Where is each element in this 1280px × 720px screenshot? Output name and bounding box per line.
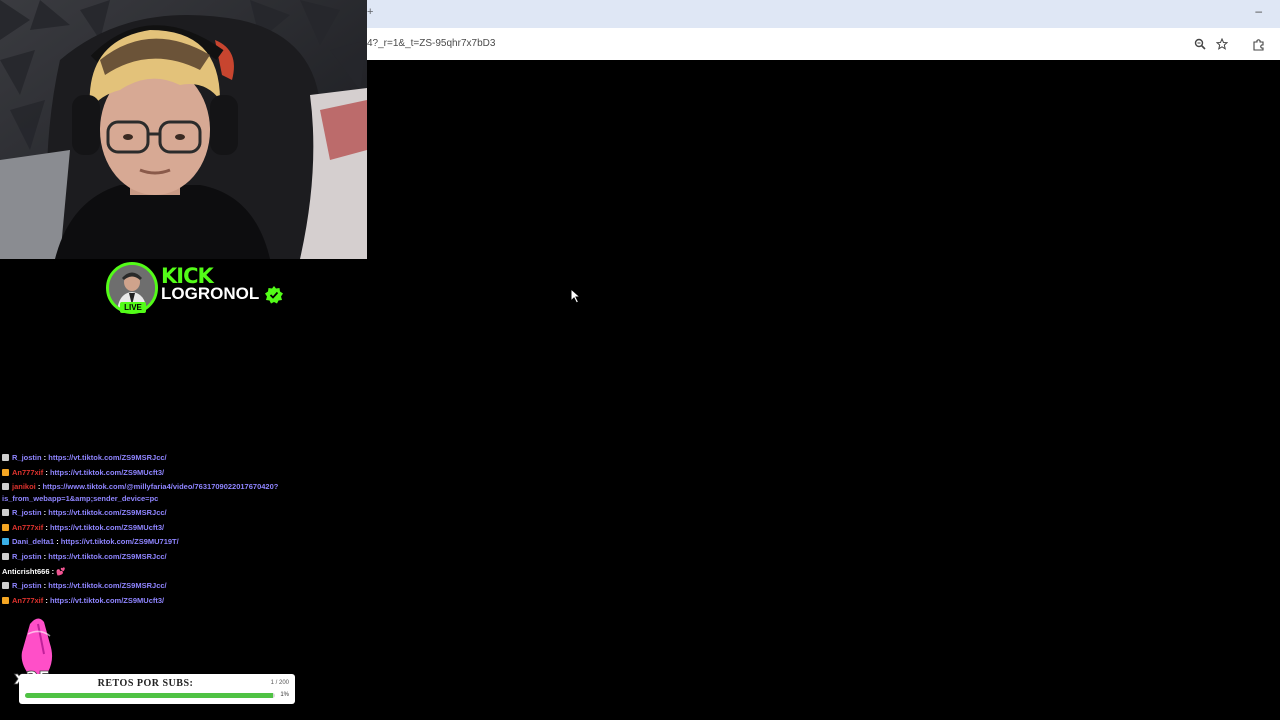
chat-message: R_jostin : https://vt.tiktok.com/ZS9MSRJ… (2, 452, 302, 467)
chat-badge-icon (2, 454, 9, 461)
chat-message-text[interactable]: https://vt.tiktok.com/ZS9MSRJcc/ (48, 453, 166, 462)
chat-badge-icon (2, 509, 9, 517)
new-tab-button[interactable]: + (367, 6, 373, 18)
browser-content-area[interactable] (367, 60, 1280, 720)
goal-title: RETOS POR SUBS: (97, 678, 194, 689)
chat-overlay: R_jostin : https://vt.tiktok.com/ZS9MSRJ… (2, 452, 302, 609)
goal-count: 1 / 200 (270, 680, 289, 686)
verified-icon (265, 286, 283, 304)
mouse-cursor-icon (570, 287, 582, 304)
chat-message-text[interactable]: https://vt.tiktok.com/ZS9MSRJcc/ (48, 552, 166, 561)
url-field[interactable]: 4?_r=1&_t=ZS-95qhr7x7bD3 (367, 38, 495, 49)
chat-username[interactable]: janikoi (12, 482, 36, 491)
kick-channel-badge: LIVE KICK LOGRONOL (106, 262, 296, 316)
chat-message: An777xif : https://vt.tiktok.com/ZS9MUcf… (2, 595, 302, 610)
chat-message: Anticrisht666 : 💕 (2, 566, 66, 576)
chat-badge-icon (2, 596, 9, 604)
chat-message-text: 💕 (56, 566, 66, 576)
chat-message: An777xif : https://vt.tiktok.com/ZS9MUcf… (2, 522, 302, 537)
chat-username[interactable]: R_jostin (12, 508, 42, 517)
chat-badge-icon (2, 468, 9, 476)
chat-username[interactable]: R_jostin (12, 552, 42, 561)
chat-message-text[interactable]: https://vt.tiktok.com/ZS9MSRJcc/ (48, 581, 166, 590)
chat-badge-icon (2, 538, 9, 546)
extensions-icon[interactable] (1248, 34, 1268, 54)
bookmark-star-icon[interactable] (1212, 34, 1232, 54)
goal-progress-track (25, 693, 275, 698)
chat-message: R_jostin : https://vt.tiktok.com/ZS9MSRJ… (2, 507, 302, 522)
chat-message: Dani_delta1 : https://vt.tiktok.com/ZS9M… (2, 536, 302, 551)
subs-goal-widget: RETOS POR SUBS: 1 / 200 1% (19, 674, 295, 704)
live-tag: LIVE (120, 302, 146, 313)
address-bar: 4?_r=1&_t=ZS-95qhr7x7bD3 (367, 28, 1280, 60)
chat-username[interactable]: R_jostin (12, 453, 42, 462)
kick-logo: KICK (161, 264, 214, 288)
chat-message: R_jostin : https://vt.tiktok.com/ZS9MSRJ… (2, 580, 302, 595)
goal-percent: 1% (280, 692, 289, 698)
chat-username[interactable]: Dani_delta1 (12, 537, 54, 546)
chat-message: An777xif : https://vt.tiktok.com/ZS9MUcf… (2, 467, 302, 482)
chat-message-text[interactable]: https://vt.tiktok.com/ZS9MUcft3/ (50, 468, 164, 477)
browser-tab-strip: + – (367, 0, 1280, 28)
chat-badge-icon (2, 552, 9, 560)
chat-badge-icon (2, 523, 9, 531)
webcam-feed (0, 0, 367, 259)
chat-message-text[interactable]: https://www.tiktok.com/@millyfaria4/vide… (2, 482, 278, 503)
chat-badge-icon (2, 483, 9, 491)
minimize-button[interactable]: – (1255, 4, 1262, 18)
chat-badge-icon (2, 582, 9, 590)
channel-name: LOGRONOL (161, 284, 260, 303)
chat-username[interactable]: An777xif (12, 596, 43, 605)
chat-message-text[interactable]: https://vt.tiktok.com/ZS9MU719T/ (61, 537, 179, 546)
chat-message-text[interactable]: https://vt.tiktok.com/ZS9MUcft3/ (50, 596, 164, 605)
chat-username[interactable]: An777xif (12, 523, 43, 532)
streamer-camera-image (0, 0, 367, 259)
chat-username[interactable]: Anticrisht666 (2, 567, 50, 576)
chat-username[interactable]: An777xif (12, 468, 43, 477)
chat-message-text[interactable]: https://vt.tiktok.com/ZS9MUcft3/ (50, 523, 164, 532)
goal-progress-fill (25, 693, 273, 698)
chat-message: janikoi : https://www.tiktok.com/@millyf… (2, 482, 279, 504)
chat-message-text[interactable]: https://vt.tiktok.com/ZS9MSRJcc/ (48, 508, 166, 517)
zoom-icon[interactable] (1190, 34, 1210, 54)
chat-message: R_jostin : https://vt.tiktok.com/ZS9MSRJ… (2, 551, 302, 566)
chat-username[interactable]: R_jostin (12, 581, 42, 590)
